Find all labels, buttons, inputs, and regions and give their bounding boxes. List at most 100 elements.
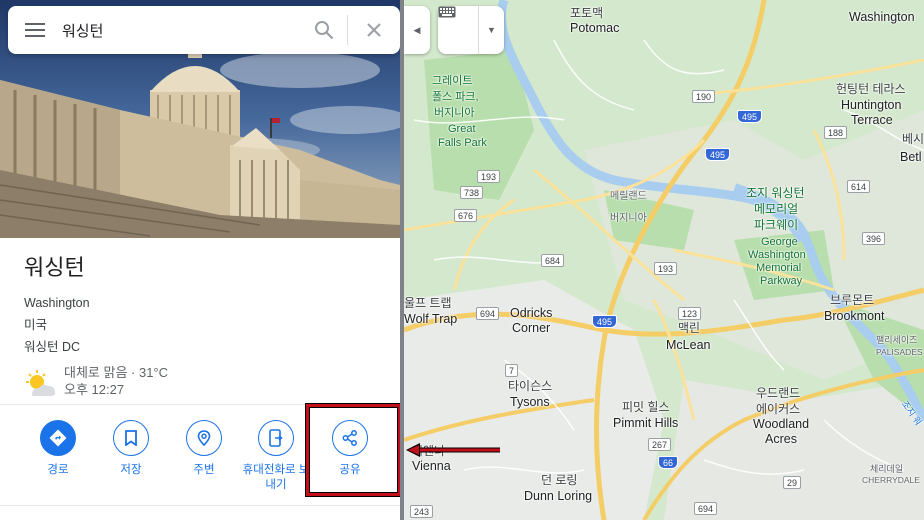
- route-shield: 29: [783, 476, 802, 489]
- map-label-potomac-ko: 포토맥: [570, 6, 604, 20]
- map-label-potomac-en: Potomac: [570, 21, 620, 35]
- route-shield: 495: [592, 315, 618, 328]
- search-input[interactable]: 워싱턴: [62, 20, 301, 41]
- weather-info: 대체로 맑음 · 31°C 오후 12:27: [24, 364, 384, 402]
- nearby-button-circle[interactable]: [186, 420, 222, 456]
- hamburger-icon: [25, 23, 45, 37]
- map-label-woodland-ko2: 에이커스: [756, 402, 801, 416]
- map-label-mclean-ko: 맥린: [678, 321, 701, 335]
- save-button-circle[interactable]: [113, 420, 149, 456]
- send-to-phone-icon: [269, 429, 283, 447]
- map-label-wolf-trap-en: Wolf Trap: [404, 312, 458, 326]
- map-label-huntington-ko: 헌팅턴 테라스: [836, 82, 906, 96]
- map-label-woodland-ko1: 우드랜드: [756, 386, 801, 400]
- route-shield: 694: [476, 307, 500, 320]
- search-box[interactable]: 워싱턴: [8, 6, 400, 54]
- route-shield: 193: [654, 262, 678, 275]
- input-tools-control[interactable]: ▼: [438, 6, 504, 54]
- save-button[interactable]: 저장: [96, 420, 166, 478]
- collapse-panel-button[interactable]: ◀: [404, 6, 430, 54]
- directions-label: 경로: [47, 464, 69, 476]
- map-label-bethesda-ko: 베시: [902, 132, 924, 146]
- annotation-arrow-icon: [406, 443, 500, 457]
- map-label-wolf-trap-ko: 울프 트랩: [404, 296, 452, 310]
- save-label: 저장: [120, 464, 142, 476]
- search-icon: [315, 21, 334, 40]
- map-label-tysons-ko: 타이슨스: [508, 379, 553, 393]
- route-shield: 495: [705, 148, 731, 161]
- send-to-phone-button[interactable]: 휴대전화로 보 내기: [241, 420, 311, 493]
- place-region: 워싱턴 DC: [24, 340, 81, 354]
- map-label-woodland-en2: Acres: [765, 432, 797, 446]
- nearby-button[interactable]: 주변: [169, 420, 239, 478]
- map-label-great-falls-en1: Great: [448, 123, 476, 135]
- map-label-cherrydale-en: CHERRYDALE: [862, 475, 920, 485]
- route-shield: 676: [454, 209, 478, 222]
- search-button[interactable]: [301, 6, 347, 54]
- map-label-dunn-en: Dunn Loring: [524, 489, 593, 503]
- send-to-phone-label-line2: 내기: [265, 479, 287, 491]
- place-country: 미국: [24, 318, 48, 332]
- send-to-phone-button-circle[interactable]: [258, 420, 294, 456]
- map-label-gwmp-ko2: 메모리얼: [754, 202, 799, 216]
- divider: [0, 505, 400, 506]
- route-shield: 495: [737, 110, 763, 123]
- route-shield: 123: [678, 307, 702, 320]
- map-label-maryland: 메릴랜드: [610, 191, 647, 202]
- map-label-mclean-en: McLean: [666, 338, 711, 352]
- map-label-virginia: 버지니아: [610, 213, 647, 224]
- map-label-bethesda-en: Betl: [900, 150, 922, 164]
- map-label-dunn-ko: 던 로링: [541, 473, 578, 487]
- nearby-label: 주변: [193, 464, 215, 476]
- send-to-phone-label-line1: 휴대전화로 보: [242, 464, 310, 476]
- map-label-great-falls-ko3: 버지니아: [434, 107, 475, 119]
- close-icon: [367, 23, 381, 37]
- route-shield: 190: [692, 90, 716, 103]
- route-shield: 614: [847, 180, 871, 193]
- map-label-woodland-en1: Woodland: [753, 417, 810, 431]
- route-shield: 396: [862, 232, 886, 245]
- clear-search-button[interactable]: [348, 6, 400, 54]
- map-label-palisades-en: PALISADES: [876, 347, 923, 357]
- map-label-great-falls-en2: Falls Park: [438, 137, 487, 149]
- weather-condition: 대체로 맑음 · 31°C: [64, 365, 169, 380]
- dropdown-arrow-icon[interactable]: ▼: [479, 25, 504, 35]
- directions-button-circle[interactable]: [40, 420, 76, 456]
- directions-button[interactable]: 경로: [23, 420, 93, 478]
- map-label-washington-en: Washington: [849, 10, 915, 24]
- directions-icon: [49, 429, 67, 447]
- map-label-gwmp-en4: Parkway: [760, 275, 803, 287]
- map-label-gwmp-en3: Memorial: [756, 262, 802, 274]
- map-label-vienna-en: Vienna: [412, 459, 451, 473]
- map-label-odricks-en1: Odricks: [510, 306, 553, 320]
- map-label-tysons-en: Tysons: [510, 395, 550, 409]
- route-shield: 267: [648, 438, 672, 451]
- route-shield: 7: [505, 364, 519, 377]
- partly-sunny-icon: [26, 370, 56, 396]
- place-info: 워싱턴 Washington 미국 워싱턴 DC 대체로 맑음 · 31°C 오…: [24, 254, 384, 402]
- map-label-gwmp-ko3: 파크웨이: [754, 218, 799, 232]
- map-label-gwmp-en1: George: [761, 236, 798, 248]
- map-label-brookmont-ko: 브루몬트: [830, 293, 875, 307]
- route-shield: 193: [477, 170, 501, 183]
- menu-button[interactable]: [8, 6, 62, 54]
- nearby-icon: [197, 430, 211, 447]
- collapse-arrow-icon: ◀: [413, 24, 421, 35]
- map-label-pimmit-ko: 피밋 힐스: [622, 400, 670, 414]
- map-label-huntington-en2: Terrace: [851, 113, 893, 127]
- weather-time: 오후 12:27: [64, 382, 125, 397]
- map-label-pimmit-en: Pimmit Hills: [613, 416, 679, 430]
- place-title: 워싱턴: [24, 255, 85, 280]
- map-label-gwmp-ko1: 조지 워싱턴: [746, 186, 805, 200]
- send-to-phone-label: 휴대전화로 보 내기: [241, 463, 311, 493]
- route-shield: 243: [410, 505, 434, 518]
- map-label-huntington-en1: Huntington: [841, 98, 902, 112]
- route-shield: 694: [694, 502, 718, 515]
- route-shield: 188: [824, 126, 848, 139]
- route-shield: 738: [460, 186, 484, 199]
- map-label-great-falls-ko2: 폴스 파크,: [432, 91, 479, 103]
- map-label-great-falls-ko1: 그레이트: [432, 75, 473, 87]
- place-side-panel: 워싱턴 워싱턴 Washington 미국 워싱턴 DC 대체로 맑음 · 31…: [0, 0, 404, 520]
- route-shield: 66: [658, 456, 679, 469]
- map-label-gwmp-en2: Washington: [748, 249, 806, 261]
